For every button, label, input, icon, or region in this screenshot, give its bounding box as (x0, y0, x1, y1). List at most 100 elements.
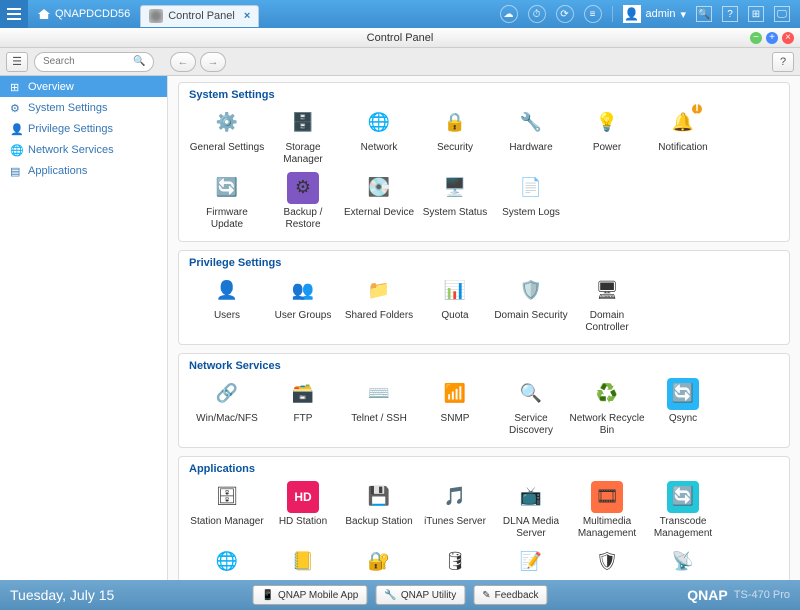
sidebar-item-label: Privilege Settings (28, 123, 113, 135)
item-network-recycle-bin[interactable]: ♻️Network Recycle Bin (569, 378, 645, 437)
search-top-icon[interactable]: 🔍 (696, 6, 712, 22)
main: ⊞Overview⚙System Settings 👤 Privilege Sett… (0, 76, 800, 580)
item-external-device[interactable]: 💽External Device (341, 172, 417, 231)
user-groups-icon: 👥 (287, 275, 319, 307)
item-quota[interactable]: 📊Quota (417, 275, 493, 334)
dashboard-icon[interactable]: ⊞ (748, 6, 764, 22)
cloud-icon[interactable]: ☁ (500, 5, 518, 23)
sidebar-item-network-services[interactable]: 🌐Network Services (0, 139, 167, 160)
tab-control-panel[interactable]: Control Panel × (140, 5, 259, 27)
item-label: HD Station (279, 516, 327, 538)
item-label: General Settings (190, 142, 265, 164)
sidebar-item-applications[interactable]: ▤Applications (0, 160, 167, 181)
chevron-down-icon: ▾ (680, 8, 686, 21)
devices-icon[interactable]: ≡ (584, 5, 602, 23)
item-vpn-service[interactable]: 🔐VPN Service (341, 546, 417, 580)
tab-label: Control Panel (168, 10, 235, 22)
item-radius-server[interactable]: 📡RADIUS Server (645, 546, 721, 580)
sidebar-item-label: Applications (28, 165, 87, 177)
footer-buttons: 📱QNAP Mobile App 🔧QNAP Utility ✎Feedback (252, 585, 547, 605)
item-snmp[interactable]: 📶SNMP (417, 378, 493, 437)
brand-label: QNAP (687, 587, 727, 603)
item-hardware[interactable]: 🔧Hardware (493, 107, 569, 166)
item-ldap-server[interactable]: 📒LDAP Server (265, 546, 341, 580)
item-web-server[interactable]: 🌐Web Server (189, 546, 265, 580)
model-label: TS-470 Pro (734, 589, 790, 601)
item-system-status[interactable]: 🖥️System Status (417, 172, 493, 231)
item-storage-manager[interactable]: 🗄️Storage Manager (265, 107, 341, 166)
item-label: Firmware Update (189, 207, 265, 231)
item-domain-controller[interactable]: 🖥Domain Controller (569, 275, 645, 334)
item-service-discovery[interactable]: 🔍Service Discovery (493, 378, 569, 437)
help-top-icon[interactable]: ? (722, 6, 738, 22)
item-notification[interactable]: 🔔!Notification (645, 107, 721, 166)
grid-icon: ⊞ (10, 81, 22, 93)
breadcrumb-home[interactable]: QNAPDCDD56 (28, 0, 140, 28)
search-input[interactable] (43, 56, 133, 67)
minimize-button[interactable]: − (750, 32, 762, 44)
close-button[interactable]: × (782, 32, 794, 44)
footer-btn-qnap-utility[interactable]: 🔧QNAP Utility (375, 585, 465, 605)
search-box[interactable]: 🔍 (34, 52, 154, 72)
footer-date: Tuesday, July 15 (10, 587, 114, 603)
maximize-button[interactable]: + (766, 32, 778, 44)
item-label: External Device (344, 207, 414, 229)
section-grid: 🔗Win/Mac/NFS🗃️FTP⌨️Telnet / SSH📶SNMP🔍Ser… (189, 378, 779, 443)
item-network[interactable]: 🌐Network (341, 107, 417, 166)
toggle-sidebar-button[interactable]: ☰ (6, 52, 28, 72)
item-itunes-server[interactable]: 🎵iTunes Server (417, 481, 493, 540)
footer-btn-feedback[interactable]: ✎Feedback (473, 585, 547, 605)
item-telnet-ssh[interactable]: ⌨️Telnet / SSH (341, 378, 417, 437)
refresh-icon[interactable]: ⟳ (556, 5, 574, 23)
item-backup-station[interactable]: 💾Backup Station (341, 481, 417, 540)
monitor-icon[interactable]: 🖵 (774, 6, 790, 22)
item-ftp[interactable]: 🗃️FTP (265, 378, 341, 437)
item-dlna-media-server[interactable]: 📺DLNA Media Server (493, 481, 569, 540)
item-antivirus[interactable]: 🛡Antivirus (569, 546, 645, 580)
sidebar-item-privilege-settings[interactable]: 👤 Privilege Settings (0, 118, 167, 139)
sidebar-item-system-settings[interactable]: ⚙System Settings (0, 97, 167, 118)
item-win-mac-nfs[interactable]: 🔗Win/Mac/NFS (189, 378, 265, 437)
user-menu[interactable]: 👤 admin ▾ (623, 5, 687, 23)
sidebar-item-overview[interactable]: ⊞Overview (0, 76, 167, 97)
item-firmware-update[interactable]: 🔄Firmware Update (189, 172, 265, 231)
qnap-mobile-app-icon: 📱 (261, 590, 273, 601)
item-power[interactable]: 💡Power (569, 107, 645, 166)
web-server-icon: 🌐 (211, 546, 243, 578)
item-users[interactable]: 👤Users (189, 275, 265, 334)
back-button[interactable]: ← (170, 52, 196, 72)
item-qsync[interactable]: 🔄Qsync (645, 378, 721, 437)
home-icon (38, 9, 50, 19)
item-label: System Logs (502, 207, 560, 229)
item-general-settings[interactable]: ⚙️ General Settings (189, 107, 265, 166)
item-security[interactable]: 🔒Security (417, 107, 493, 166)
item-hd-station[interactable]: HD HD Station (265, 481, 341, 540)
item-backup-restore[interactable]: ⚙Backup / Restore (265, 172, 341, 231)
item-station-manager[interactable]: 🗄Station Manager (189, 481, 265, 540)
footer-btn-qnap-mobile-app[interactable]: 📱QNAP Mobile App (252, 585, 367, 605)
section-title: Privilege Settings (189, 257, 779, 269)
item-shared-folders[interactable]: 📁Shared Folders (341, 275, 417, 334)
item-multimedia-management[interactable]: 🎞Multimedia Management (569, 481, 645, 540)
item-domain-security[interactable]: 🛡️Domain Security (493, 275, 569, 334)
control-panel-icon (149, 9, 163, 23)
menu-button[interactable] (0, 0, 28, 28)
section-grid: 🗄Station Manager HD HD Station 💾Backup Stat… (189, 481, 779, 580)
item-system-logs[interactable]: 📄System Logs (493, 172, 569, 231)
item-user-groups[interactable]: 👥User Groups (265, 275, 341, 334)
person-icon: 👤 (10, 123, 22, 135)
users-icon: 👤 (211, 275, 243, 307)
footer-btn-label: QNAP Utility (401, 590, 456, 601)
help-button[interactable]: ? (772, 52, 794, 72)
item-syslog-server[interactable]: 📝Syslog Server (493, 546, 569, 580)
item-label: Network (361, 142, 398, 164)
section-title: Network Services (189, 360, 779, 372)
item-transcode-management[interactable]: 🔄Transcode Management (645, 481, 721, 540)
hd-station-icon: HD (287, 481, 319, 513)
globe-icon: 🌐 (10, 144, 22, 156)
item-mysql-server[interactable]: 🛢MySQL Server (417, 546, 493, 580)
general-settings-icon: ⚙️ (211, 107, 243, 139)
tab-close-button[interactable]: × (244, 10, 250, 22)
forward-button[interactable]: → (200, 52, 226, 72)
clock-icon[interactable]: ⏱ (528, 5, 546, 23)
